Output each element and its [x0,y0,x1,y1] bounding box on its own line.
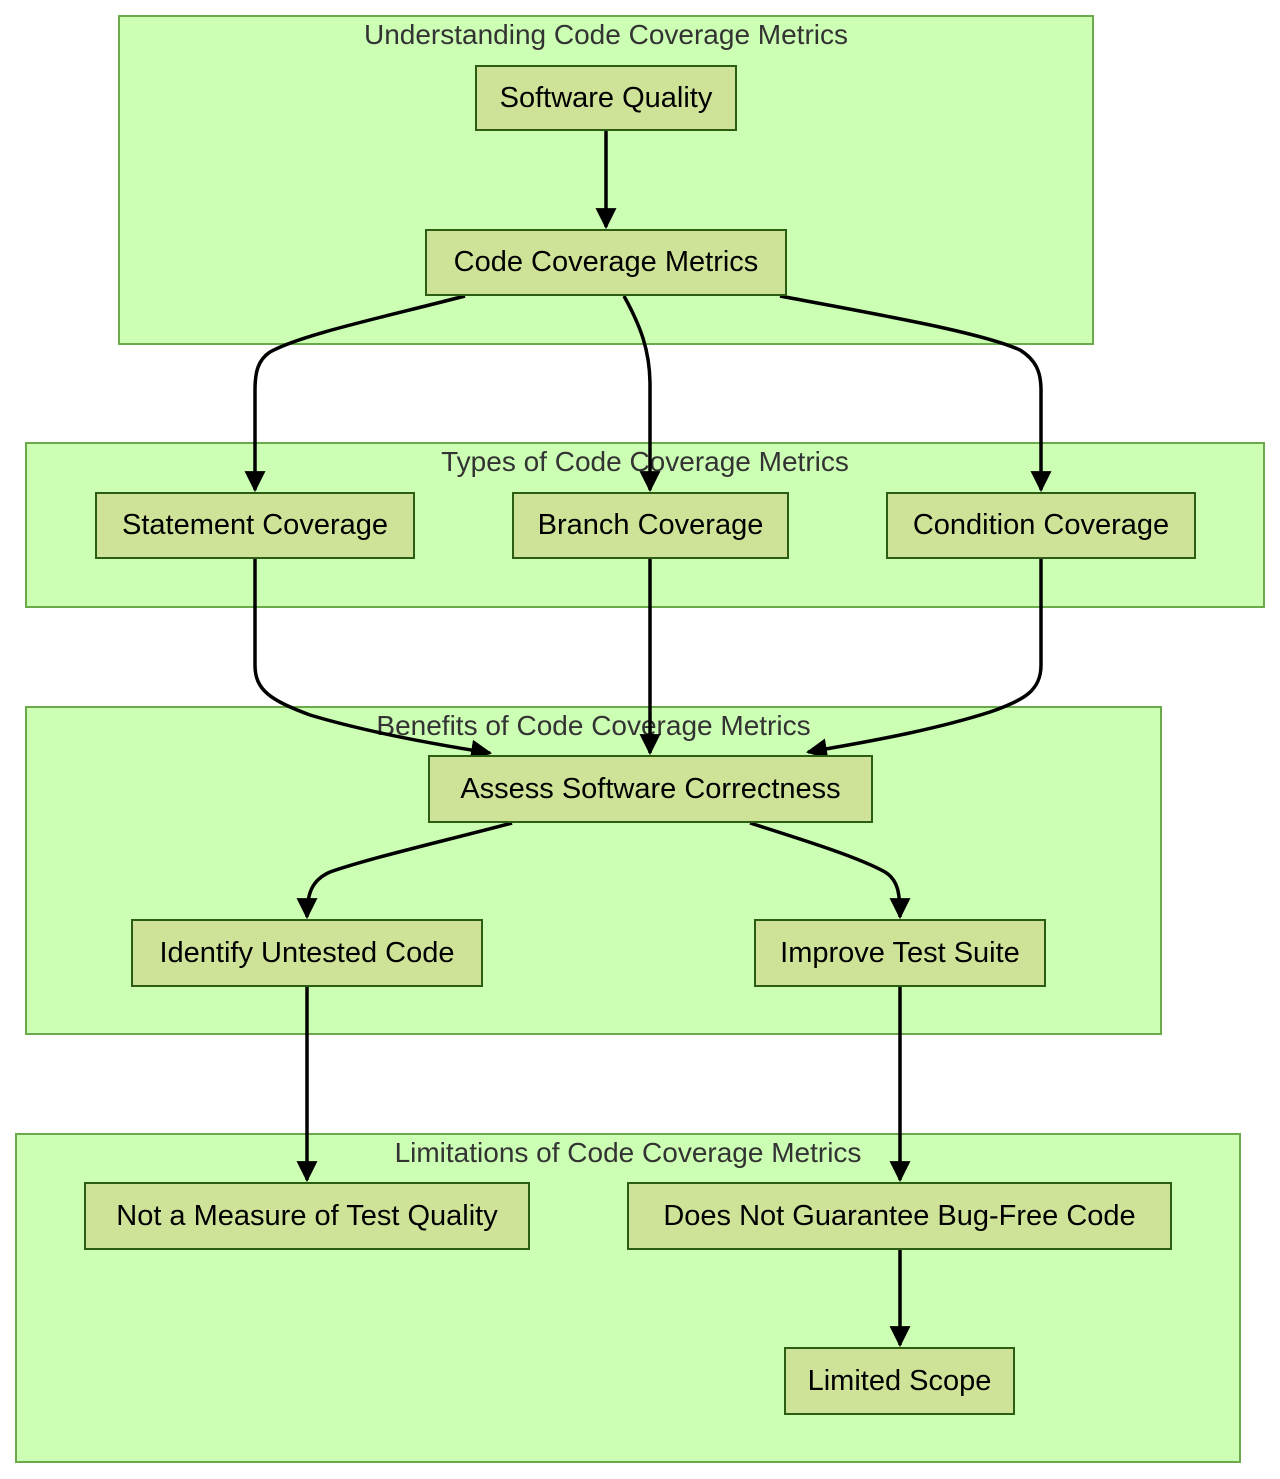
node-branch-coverage[interactable]: Branch Coverage [512,492,789,559]
node-not-a-measure-of-test-quality[interactable]: Not a Measure of Test Quality [84,1182,530,1250]
cluster-title: Types of Code Coverage Metrics [441,446,849,477]
node-software-quality[interactable]: Software Quality [475,65,737,131]
node-condition-coverage[interactable]: Condition Coverage [886,492,1196,559]
node-assess-software-correctness[interactable]: Assess Software Correctness [428,755,873,823]
cluster-title: Benefits of Code Coverage Metrics [376,710,811,741]
node-limited-scope[interactable]: Limited Scope [784,1347,1015,1415]
flowchart-canvas: Understanding Code Coverage Metrics Type… [0,0,1280,1479]
cluster-title: Understanding Code Coverage Metrics [363,19,849,50]
node-does-not-guarantee-bug-free-code[interactable]: Does Not Guarantee Bug-Free Code [627,1182,1172,1250]
node-improve-test-suite[interactable]: Improve Test Suite [754,919,1046,987]
node-identify-untested-code[interactable]: Identify Untested Code [131,919,483,987]
node-statement-coverage[interactable]: Statement Coverage [95,492,415,559]
cluster-title: Limitations of Code Coverage Metrics [394,1137,862,1168]
node-code-coverage-metrics[interactable]: Code Coverage Metrics [425,229,787,296]
